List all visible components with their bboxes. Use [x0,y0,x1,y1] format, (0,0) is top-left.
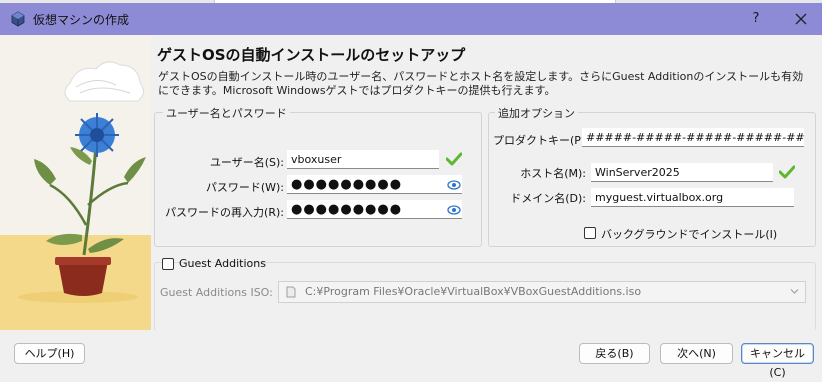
window-title: 仮想マシンの作成 [33,13,130,27]
page-heading: ゲストOSの自動インストールのセットアップ [157,46,466,64]
password-repeat-field[interactable]: ●●●●●●●●● [287,200,462,219]
domain-field[interactable]: myguest.virtualbox.org [591,188,794,207]
username-field[interactable]: vboxuser [287,150,439,169]
guest-additions-label[interactable]: Guest Additions [179,257,266,270]
page-description: ゲストOSの自動インストール時のユーザー名、パスワードとホスト名を設定します。さ… [158,70,808,98]
background-install-checkbox[interactable] [584,227,596,239]
cancel-button[interactable]: キャンセル(C) [741,343,814,379]
file-icon [286,286,296,298]
show-password-repeat-eye-icon[interactable] [447,204,461,216]
dialog-body: ゲストOSの自動インストールのセットアップ ゲストOSの自動インストール時のユー… [0,35,822,379]
create-vm-dialog: 仮想マシンの作成 ? ゲストOSの自動インストールのセットアップ ゲストOSの自… [0,3,822,379]
product-key-field[interactable]: #####-#####-#####-#####-##### [582,128,804,147]
next-button[interactable]: 次へ(N) [660,343,733,364]
guest-additions-iso-path: C:¥Program Files¥Oracle¥VirtualBox¥VBoxG… [305,285,642,298]
back-button[interactable]: 戻る(B) [579,343,650,364]
product-key-label: プロダクトキー(P): [493,134,589,147]
hostname-label: ホスト名(M): [520,167,586,180]
virtualbox-app-icon [11,11,25,27]
guest-additions-iso-label: Guest Additions ISO: [160,286,273,299]
title-bar: 仮想マシンの作成 ? [0,3,822,35]
guest-additions-iso-combo[interactable]: C:¥Program Files¥Oracle¥VirtualBox¥VBoxG… [278,281,806,303]
show-password-eye-icon[interactable] [447,179,461,191]
password-label: パスワード(W): [205,181,284,194]
chevron-down-icon [790,289,799,294]
password-field[interactable]: ●●●●●●●●● [287,175,462,194]
help-button[interactable]: ヘルプ(H) [14,343,85,364]
username-password-legend: ユーザー名とパスワード [163,105,290,121]
domain-label: ドメイン名(D): [510,192,586,205]
description-line-1: ゲストOSの自動インストール時のユーザー名、パスワードとホスト名を設定します。さ… [158,70,804,83]
hostname-field[interactable]: WinServer2025 [591,163,773,182]
blue-flower-icon [75,113,119,157]
hostname-valid-check-icon [779,165,795,179]
close-icon[interactable] [790,7,812,31]
username-valid-check-icon [446,152,462,166]
guest-additions-checkbox[interactable] [162,258,174,270]
help-question-button[interactable]: ? [745,7,767,31]
background-install-label[interactable]: バックグラウンドでインストール(I) [601,226,777,242]
flower-pot-illustration [0,35,151,330]
button-bar: ヘルプ(H) 戻る(B) 次へ(N) キャンセル(C) [0,330,822,379]
additional-options-legend: 追加オプション [495,105,578,121]
password-repeat-label: パスワードの再入力(R): [165,206,284,219]
username-label: ユーザー名(S): [209,156,284,169]
description-line-2: にできます。Microsoft Windowsゲストではプロダクトキーの提供も行… [158,84,556,97]
